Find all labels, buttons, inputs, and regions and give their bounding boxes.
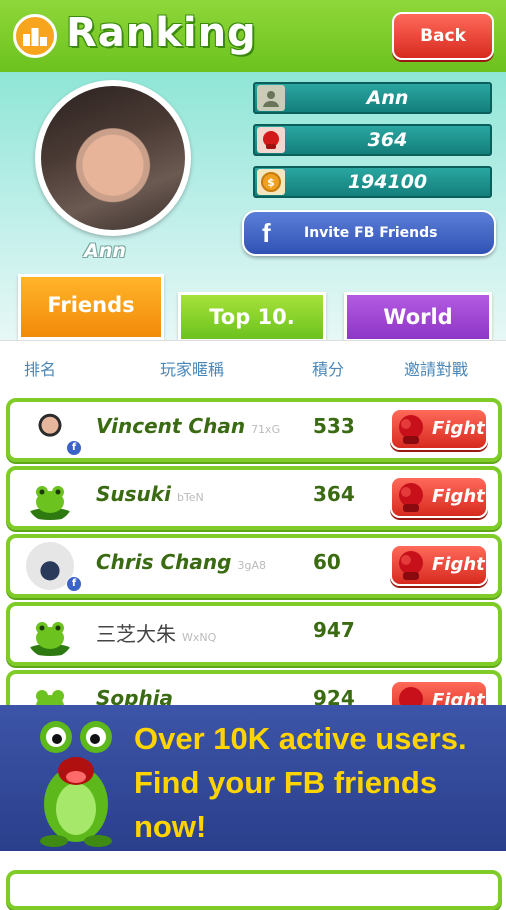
boxing-glove-icon bbox=[257, 127, 285, 153]
user-icon bbox=[257, 85, 285, 111]
promo-text: Over 10K active users. Find your FB frie… bbox=[134, 721, 467, 844]
page-title: Ranking bbox=[66, 10, 257, 56]
frog-mascot-icon bbox=[40, 721, 112, 847]
player-name: Vincent Chan 71xG bbox=[96, 414, 281, 438]
back-button[interactable]: Back bbox=[392, 12, 494, 60]
facebook-icon: f bbox=[262, 218, 271, 248]
stat-coins: $ 194100 bbox=[253, 166, 492, 198]
column-score: 積分 bbox=[312, 360, 345, 379]
frog-avatar-icon bbox=[26, 610, 74, 658]
stat-coins-value: 194100 bbox=[347, 171, 428, 193]
column-nickname: 玩家暱稱 bbox=[160, 360, 225, 379]
fight-button[interactable]: Fight bbox=[390, 544, 488, 586]
frog-avatar-icon bbox=[26, 474, 74, 522]
player-score: 364 bbox=[313, 482, 355, 506]
column-challenge: 邀請對戰 bbox=[404, 360, 469, 379]
stat-gloves: 364 bbox=[253, 124, 492, 156]
boxing-glove-icon bbox=[399, 415, 423, 444]
table-row: Susuki bTeN 364 Fight bbox=[6, 466, 502, 530]
fight-button[interactable]: Fight bbox=[390, 476, 488, 518]
player-score: 947 bbox=[313, 618, 355, 642]
table-row bbox=[6, 870, 502, 910]
facebook-badge-icon: f bbox=[66, 576, 82, 592]
ranking-table-header: 排名 玩家暱稱 積分 邀請對戰 bbox=[0, 340, 506, 393]
stat-gloves-value: 364 bbox=[367, 129, 408, 151]
player-name: Chris Chang 3gA8 bbox=[96, 550, 266, 574]
player-name: Susuki bTeN bbox=[96, 482, 204, 506]
svg-text:$: $ bbox=[267, 176, 275, 189]
invite-fb-friends-label: Invite FB Friends bbox=[304, 225, 438, 241]
avatar-photo bbox=[41, 86, 185, 230]
column-rank: 排名 bbox=[24, 360, 57, 379]
player-score: 533 bbox=[313, 414, 355, 438]
stat-name-value: Ann bbox=[366, 87, 409, 109]
stat-name: Ann bbox=[253, 82, 492, 114]
table-row: 三芝大朱 WxNQ 947 bbox=[6, 602, 502, 666]
fight-button[interactable]: Fight bbox=[390, 408, 488, 450]
podium-icon bbox=[13, 14, 57, 58]
profile-name: Ann bbox=[84, 240, 126, 262]
avatar bbox=[35, 80, 191, 236]
boxing-glove-icon bbox=[399, 551, 423, 580]
table-row: f Vincent Chan 71xG 533 Fight bbox=[6, 398, 502, 462]
coin-icon: $ bbox=[257, 169, 285, 195]
promo-banner[interactable]: Over 10K active users. Find your FB frie… bbox=[0, 705, 506, 851]
top-bar: Ranking Back bbox=[0, 0, 506, 72]
tab-friends[interactable]: Friends bbox=[18, 274, 164, 340]
invite-fb-friends-button[interactable]: f Invite FB Friends bbox=[242, 210, 496, 256]
facebook-badge-icon: f bbox=[66, 440, 82, 456]
tab-world[interactable]: World bbox=[344, 292, 492, 342]
tab-top10[interactable]: Top 10. bbox=[178, 292, 326, 342]
table-row: f Chris Chang 3gA8 60 Fight bbox=[6, 534, 502, 598]
player-score: 60 bbox=[313, 550, 341, 574]
player-name: 三芝大朱 WxNQ bbox=[96, 622, 217, 646]
boxing-glove-icon bbox=[399, 483, 423, 512]
